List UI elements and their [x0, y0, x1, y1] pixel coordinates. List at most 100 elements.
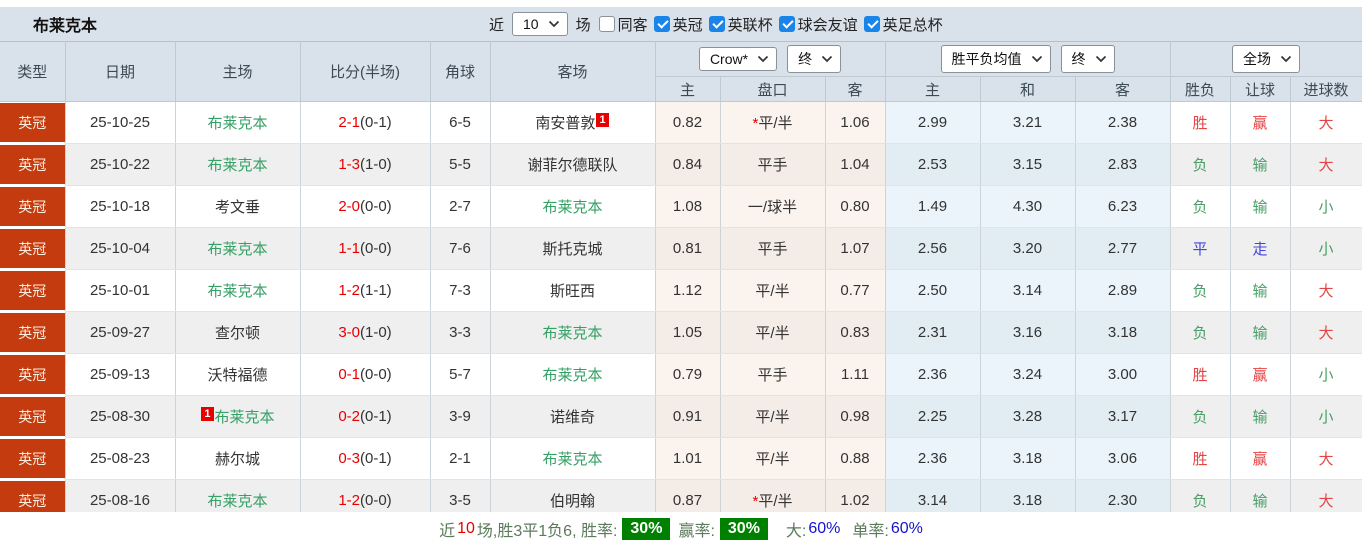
avg-odds-draw: 3.18 — [980, 437, 1076, 480]
league-badge[interactable]: 英冠 — [0, 397, 64, 436]
chevron-down-icon — [821, 55, 833, 63]
period-select[interactable]: 全场 — [1232, 45, 1301, 73]
home-team-name[interactable]: 布莱克本 — [207, 493, 267, 510]
goals-result: 小 — [1290, 395, 1362, 438]
league-badge[interactable]: 英冠 — [0, 355, 64, 394]
average-time-select[interactable]: 终 — [1060, 45, 1115, 73]
away-team-name[interactable]: 伯明翰 — [550, 493, 595, 510]
corners: 5-7 — [430, 353, 491, 396]
filter-checkbox-fa-cup[interactable]: 英足总杯 — [863, 14, 943, 35]
home-team-name[interactable]: 查尔顿 — [215, 325, 260, 342]
win-lose-result: 负 — [1170, 311, 1231, 354]
match-date: 25-10-04 — [65, 227, 176, 270]
full-time-score: 0-3 — [338, 450, 360, 467]
table-row: 英冠 25-09-13 沃特福德 0-1(0-0) 5-7 布莱克本 0.79 … — [0, 353, 1362, 396]
handicap-line: 平/半 — [720, 437, 826, 480]
handicap-group-header: Crow* 终 — [655, 41, 886, 77]
bookmaker-select[interactable]: Crow* — [698, 47, 778, 71]
over-rate-label: 大: — [785, 523, 807, 540]
home-team-name[interactable]: 布莱克本 — [207, 241, 267, 258]
goals-result: 大 — [1290, 311, 1362, 354]
avg-odds-home: 2.31 — [885, 311, 981, 354]
handicap-odds-away: 0.88 — [825, 437, 886, 480]
full-time-score: 1-2 — [338, 282, 360, 299]
goals-result: 大 — [1290, 101, 1362, 144]
corners: 2-1 — [430, 437, 491, 480]
league-badge[interactable]: 英冠 — [0, 271, 64, 310]
home-team-name[interactable]: 沃特福德 — [207, 367, 267, 384]
avg-odds-away: 3.18 — [1075, 311, 1171, 354]
handicap-result: 赢 — [1230, 437, 1291, 480]
table-row: 英冠 25-10-01 布莱克本 1-2(1-1) 7-3 斯旺西 1.12 平… — [0, 269, 1362, 312]
away-team-name[interactable]: 斯托克城 — [542, 241, 602, 258]
filter-checkbox-championship[interactable]: 英冠 — [653, 14, 703, 35]
avg-odds-home: 2.36 — [885, 437, 981, 480]
filter-checkbox-league-cup[interactable]: 英联杯 — [708, 14, 773, 35]
recent-label: 近 — [489, 16, 505, 34]
avg-odds-draw: 3.15 — [980, 143, 1076, 186]
away-team-name[interactable]: 布莱克本 — [542, 367, 602, 384]
away-team-name[interactable]: 谢菲尔德联队 — [527, 157, 617, 174]
match-date: 25-08-23 — [65, 437, 176, 480]
corners: 6-5 — [430, 101, 491, 144]
over-rate-value: 60% — [808, 520, 841, 537]
full-time-score: 1-2 — [338, 492, 360, 509]
handicap-line: 平手 — [720, 353, 826, 396]
handicap-odds-home: 0.84 — [655, 143, 721, 186]
home-team-name[interactable]: 布莱克本 — [207, 115, 267, 132]
average-odds-select[interactable]: 胜平负均值 — [940, 45, 1051, 73]
match-date: 25-10-22 — [65, 143, 176, 186]
corners: 2-7 — [430, 185, 491, 228]
home-team-name[interactable]: 布莱克本 — [215, 409, 275, 426]
away-team-name[interactable]: 斯旺西 — [550, 283, 595, 300]
handicap-odds-home: 1.12 — [655, 269, 721, 312]
handicap-win-rate-badge: 30% — [719, 518, 768, 540]
col-header-home: 主场 — [175, 41, 301, 102]
away-team-name[interactable]: 布莱克本 — [542, 451, 602, 468]
score-cell: 3-0(1-0) — [300, 311, 431, 354]
away-team-name[interactable]: 布莱克本 — [542, 199, 602, 216]
home-team-name[interactable]: 考文垂 — [215, 199, 260, 216]
avg-odds-away: 2.83 — [1075, 143, 1171, 186]
league-badge[interactable]: 英冠 — [0, 313, 64, 352]
checkbox-icon — [653, 16, 670, 32]
handicap-odds-away: 0.77 — [825, 269, 886, 312]
result-group-header: 全场 — [1170, 41, 1362, 77]
score-cell: 0-2(0-1) — [300, 395, 431, 438]
recent-count-select[interactable]: 10 — [512, 12, 568, 36]
team-title: 布莱克本 — [33, 18, 98, 35]
win-lose-result: 负 — [1170, 185, 1231, 228]
col-header-away: 客场 — [490, 41, 656, 102]
league-badge[interactable]: 英冠 — [0, 187, 64, 226]
home-team-name[interactable]: 布莱克本 — [207, 157, 267, 174]
handicap-line: 平/半 — [720, 395, 826, 438]
handicap-line: *平/半 — [720, 101, 826, 144]
home-team-name[interactable]: 布莱克本 — [207, 283, 267, 300]
goals-result: 大 — [1290, 437, 1362, 480]
handicap-line: 平/半 — [720, 311, 826, 354]
chevron-down-icon — [757, 55, 769, 63]
league-badge[interactable]: 英冠 — [0, 145, 64, 184]
avg-odds-home: 2.53 — [885, 143, 981, 186]
handicap-odds-home: 0.79 — [655, 353, 721, 396]
filter-checkbox-friendly[interactable]: 球会友谊 — [778, 14, 858, 35]
goals-result: 大 — [1290, 269, 1362, 312]
away-team-name[interactable]: 南安普敦 — [535, 115, 595, 132]
league-badge[interactable]: 英冠 — [0, 229, 64, 268]
half-time-score: (1-1) — [360, 282, 392, 299]
league-badge[interactable]: 英冠 — [0, 103, 64, 142]
filter-checkbox-same-away[interactable]: 同客 — [598, 14, 648, 35]
league-badge[interactable]: 英冠 — [0, 439, 64, 478]
checkbox-icon — [708, 16, 725, 32]
handicap-odds-away: 0.98 — [825, 395, 886, 438]
handicap-odds-away: 0.83 — [825, 311, 886, 354]
handicap-line: 平手 — [720, 143, 826, 186]
score-cell: 2-1(0-1) — [300, 101, 431, 144]
home-team-name[interactable]: 赫尔城 — [215, 451, 260, 468]
chevron-down-icon — [1280, 55, 1292, 63]
handicap-win-rate-label: 赢率: — [678, 523, 715, 540]
odds-time-select[interactable]: 终 — [787, 45, 842, 73]
away-team-name[interactable]: 诺维奇 — [550, 409, 595, 426]
goals-result: 小 — [1290, 353, 1362, 396]
away-team-name[interactable]: 布莱克本 — [542, 325, 602, 342]
